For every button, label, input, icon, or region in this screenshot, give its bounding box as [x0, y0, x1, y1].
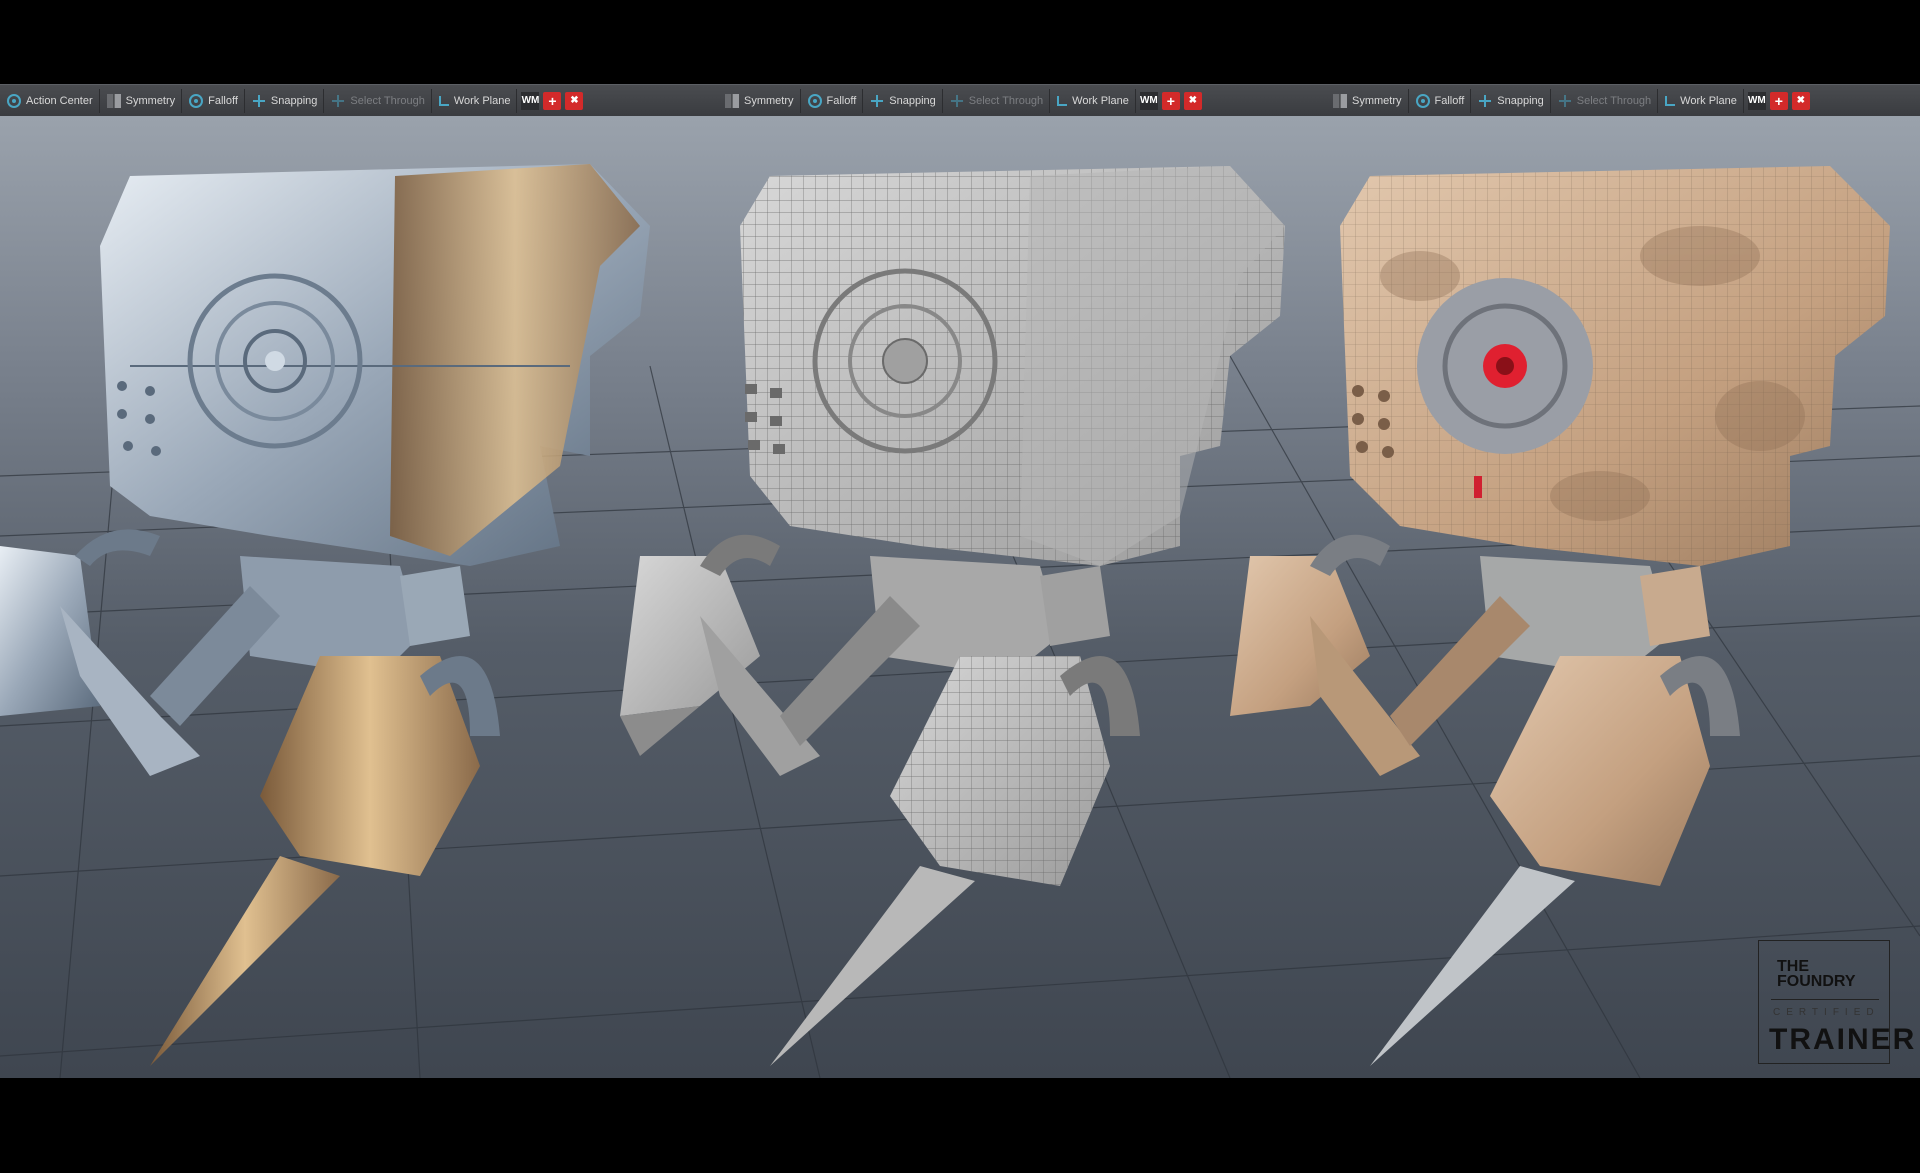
- toolbar-group-1: Action Center Symmetry Falloff Snapping Sele…: [4, 85, 587, 116]
- remove-icon[interactable]: ✖: [1183, 91, 1202, 110]
- crosshair-icon: [950, 94, 964, 108]
- symmetry-button[interactable]: Symmetry: [104, 88, 183, 113]
- remove-icon[interactable]: ✖: [565, 91, 584, 110]
- crosshair-icon: [870, 94, 884, 108]
- toolbar-label: Work Plane: [453, 94, 511, 107]
- toolbar-label: Falloff: [208, 94, 238, 107]
- falloff-button[interactable]: Falloff: [1413, 88, 1472, 113]
- target-icon: [807, 93, 822, 108]
- toolbar-label: Falloff: [1434, 94, 1465, 107]
- remove-icon[interactable]: ✖: [1791, 91, 1810, 110]
- 3d-viewport[interactable]: THE FOUNDRY CERTIFIED TRAINER: [0, 116, 1920, 1078]
- target-icon: [1415, 93, 1430, 108]
- select-through-button[interactable]: Select Through: [947, 88, 1051, 113]
- select-through-button[interactable]: Select Through: [328, 88, 432, 113]
- toolbar-label: Action Center: [26, 94, 93, 107]
- snapping-button[interactable]: Snapping: [249, 88, 325, 113]
- toolbar-label: Symmetry: [125, 94, 176, 107]
- wm-button[interactable]: WM: [521, 91, 540, 110]
- workplane-icon: [1665, 95, 1676, 106]
- robot-metal: [0, 164, 650, 1066]
- work-plane-button[interactable]: Work Plane: [436, 88, 518, 113]
- logo-text-certified: CERTIFIED: [1773, 1007, 1880, 1018]
- select-through-button[interactable]: Select Through: [1555, 88, 1659, 113]
- snapping-button[interactable]: Snapping: [867, 88, 943, 113]
- toolbar-label: Work Plane: [1072, 94, 1129, 107]
- crosshair-icon: [252, 94, 266, 108]
- logo-divider: [1771, 999, 1879, 1000]
- toolbar-label: Snapping: [889, 94, 936, 107]
- add-icon[interactable]: +: [1769, 91, 1788, 110]
- target-icon: [189, 93, 204, 108]
- workplane-icon: [438, 95, 449, 106]
- work-plane-button[interactable]: Work Plane: [1054, 88, 1136, 113]
- logo-text-foundry: FOUNDRY: [1777, 973, 1856, 990]
- work-plane-button[interactable]: Work Plane: [1662, 88, 1744, 113]
- robot-textured: [1230, 166, 1890, 1066]
- crosshair-icon: [1478, 94, 1492, 108]
- workplane-icon: [1057, 95, 1068, 106]
- toolbar-label: Snapping: [1497, 94, 1544, 107]
- logo-text-trainer: TRAINER: [1769, 1023, 1917, 1056]
- action-center-button[interactable]: Action Center: [4, 88, 100, 113]
- wm-button[interactable]: WM: [1139, 91, 1158, 110]
- toolbar-group-2: Symmetry Falloff Snapping Select Through Wor…: [722, 85, 1206, 116]
- add-icon[interactable]: +: [1161, 91, 1180, 110]
- toolbar-label: Select Through: [350, 94, 425, 107]
- symmetry-icon: [1333, 93, 1347, 108]
- toolbar-label: Select Through: [968, 94, 1044, 107]
- viewport-scene: [0, 164, 1920, 1078]
- letterbox-bottom: [0, 1078, 1920, 1173]
- target-icon: [7, 93, 21, 108]
- letterbox-top: [0, 0, 1920, 84]
- symmetry-button[interactable]: Symmetry: [1330, 88, 1409, 113]
- symmetry-button[interactable]: Symmetry: [722, 88, 801, 113]
- toolbar-label: Snapping: [270, 94, 318, 107]
- wm-button[interactable]: WM: [1747, 91, 1766, 110]
- robot-wireframe: [620, 166, 1285, 1066]
- logo-text-the: THE: [1777, 958, 1809, 975]
- toolbar-label: Select Through: [1576, 94, 1652, 107]
- toolbar-label: Work Plane: [1680, 94, 1737, 107]
- toolbar-label: Symmetry: [1352, 94, 1402, 107]
- crosshair-icon: [331, 94, 345, 108]
- add-icon[interactable]: +: [543, 91, 562, 110]
- foundry-certified-trainer-logo: THE FOUNDRY CERTIFIED TRAINER: [1758, 940, 1914, 1064]
- symmetry-icon: [725, 93, 739, 108]
- toolbar-label: Falloff: [826, 94, 857, 107]
- falloff-button[interactable]: Falloff: [805, 88, 864, 113]
- snapping-button[interactable]: Snapping: [1475, 88, 1551, 113]
- toolbar-label: Symmetry: [744, 94, 794, 107]
- symmetry-icon: [106, 93, 121, 108]
- falloff-button[interactable]: Falloff: [186, 88, 245, 113]
- viewport-toolbar: Action Center Symmetry Falloff Snapping Sele…: [0, 84, 1920, 117]
- crosshair-icon: [1558, 94, 1572, 108]
- toolbar-group-3: Symmetry Falloff Snapping Select Through Wor…: [1330, 85, 1814, 116]
